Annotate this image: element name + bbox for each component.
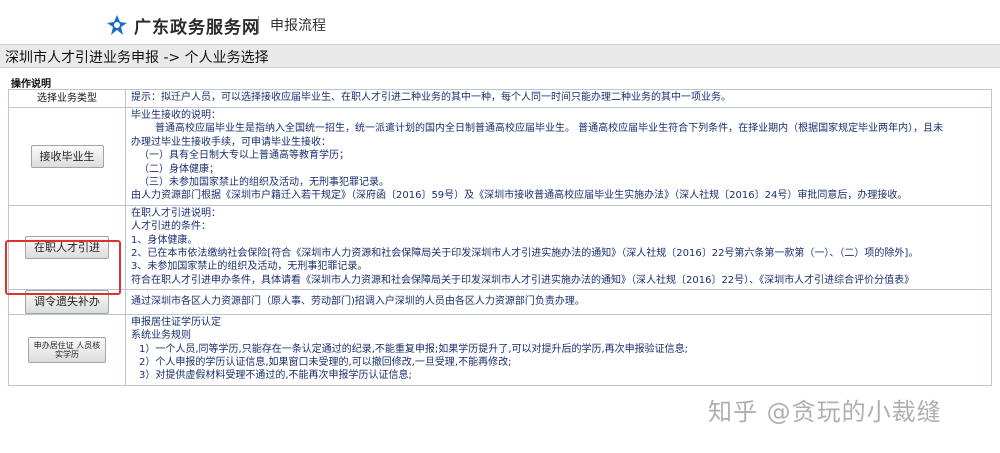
- desc-line: 在职人才引进说明：: [131, 207, 221, 219]
- desc-line: 3）对提供虚假材料受理不通过的,不能再次申报学历认证信息;: [139, 370, 412, 382]
- desc-line: 3、未参加国家禁止的组织及活动，无刑事犯罪记录。: [131, 261, 368, 273]
- zhihu-watermark: 知乎 @贪玩的小裁缝: [708, 398, 942, 426]
- table-header-row: 选择业务类型 提示：拟迁户人员，可以选择接收应届毕业生、在职人才引进二种业务的其…: [8, 89, 992, 108]
- desc-line: 2）个人申报的学历认证信息,如果窗口未受理的,可以撤回修改,一旦受理,不能再修改…: [139, 356, 512, 368]
- desc-line: 符合在职人才引进申办条件，具体请看《深圳市人力资源和社会保障局关于印发深圳市人才…: [131, 274, 915, 286]
- desc-line: 毕业生接收的说明：: [131, 110, 221, 121]
- table-row-residence: 申办居住证 人员核实学历 申报居住证学历认定 系统业务规则 1）一个人员,同等学…: [8, 313, 992, 386]
- graduate-description: 毕业生接收的说明： 普通高校应届毕业生是指纳入全国统一招生，统一派遣计划的国内全…: [125, 107, 992, 206]
- desc-line: 办理过毕业生接收手续，可申请毕业生接收：: [131, 136, 331, 148]
- table-row-transfer: 调令遗失补办 通过深圳市各区人力资源部门（原人事、劳动部门)招调入户深圳的人员由…: [8, 289, 992, 315]
- desc-line: 系统业务规则: [131, 330, 191, 342]
- residence-description: 申报居住证学历认定 系统业务规则 1）一个人员,同等学历,只能存在一条认定通过的…: [125, 313, 992, 386]
- residence-permit-education-button[interactable]: 申办居住证 人员核实学历: [28, 336, 106, 363]
- table-row-talent: 在职人才引进 在职人才引进说明： 人才引进的条件： 1、身体健康。 2、已在本市…: [8, 204, 992, 291]
- desc-line: 2、已在本市依法缴纳社会保险[符合《深圳市人力资源和社会保障局关于印发深圳市人才…: [131, 248, 919, 260]
- transfer-description: 通过深圳市各区人力资源部门（原人事、劳动部门)招调入户深圳的人员由各区人力资源部…: [125, 289, 992, 315]
- desc-line: 由人力资源部门根据《深圳市户籍迁入若干规定》（深府函〔2016〕59号）及《深圳…: [131, 190, 908, 202]
- section-title: 操作说明: [11, 79, 51, 90]
- desc-line: 申报居住证学历认定: [131, 316, 221, 328]
- breadcrumb-text: 深圳市人才引进业务申报 -> 个人业务选择: [5, 50, 269, 66]
- page-tag: 申报流程: [270, 18, 326, 34]
- desc-line: （三）未参加国家禁止的组织及活动，无刑事犯罪记录。: [139, 177, 389, 189]
- business-type-table: 选择业务类型 提示：拟迁户人员，可以选择接收应届毕业生、在职人才引进二种业务的其…: [8, 89, 992, 386]
- desc-line: 1、身体健康。: [131, 234, 198, 246]
- desc-line: 1）一个人员,同等学历,只能存在一条认定通过的纪录,不能重复申报;如果学历提升了…: [139, 343, 688, 355]
- guangdong-logo-icon: [107, 15, 127, 35]
- head-tip: 提示：拟迁户人员，可以选择接收应届毕业生、在职人才引进二种业务的其中一种，每个人…: [125, 89, 992, 108]
- desc-line: （一）具有全日制大专以上普通高等教育学历；: [139, 150, 349, 162]
- desc-line: 人才引进的条件：: [131, 221, 211, 233]
- table-row-graduate: 接收毕业生 毕业生接收的说明： 普通高校应届毕业生是指纳入全国统一招生，统一派遣…: [8, 107, 992, 206]
- lost-transfer-order-button[interactable]: 调令遗失补办: [25, 290, 109, 314]
- head-label: 选择业务类型: [8, 89, 126, 108]
- talent-description: 在职人才引进说明： 人才引进的条件： 1、身体健康。 2、已在本市依法缴纳社会保…: [125, 204, 992, 291]
- talent-introduction-button[interactable]: 在职人才引进: [25, 235, 109, 260]
- receive-graduate-button[interactable]: 接收毕业生: [30, 144, 104, 169]
- desc-line: （二）身体健康；: [139, 163, 219, 175]
- header-divider: [258, 16, 259, 34]
- top-bar: 广东政务服务网 申报流程: [0, 0, 1000, 44]
- desc-line: 普通高校应届毕业生是指纳入全国统一招生，统一派遣计划的国内全日制普通高校应届毕业…: [155, 123, 944, 135]
- breadcrumb: 深圳市人才引进业务申报 -> 个人业务选择: [0, 44, 1000, 68]
- site-name[interactable]: 广东政务服务网: [134, 13, 260, 38]
